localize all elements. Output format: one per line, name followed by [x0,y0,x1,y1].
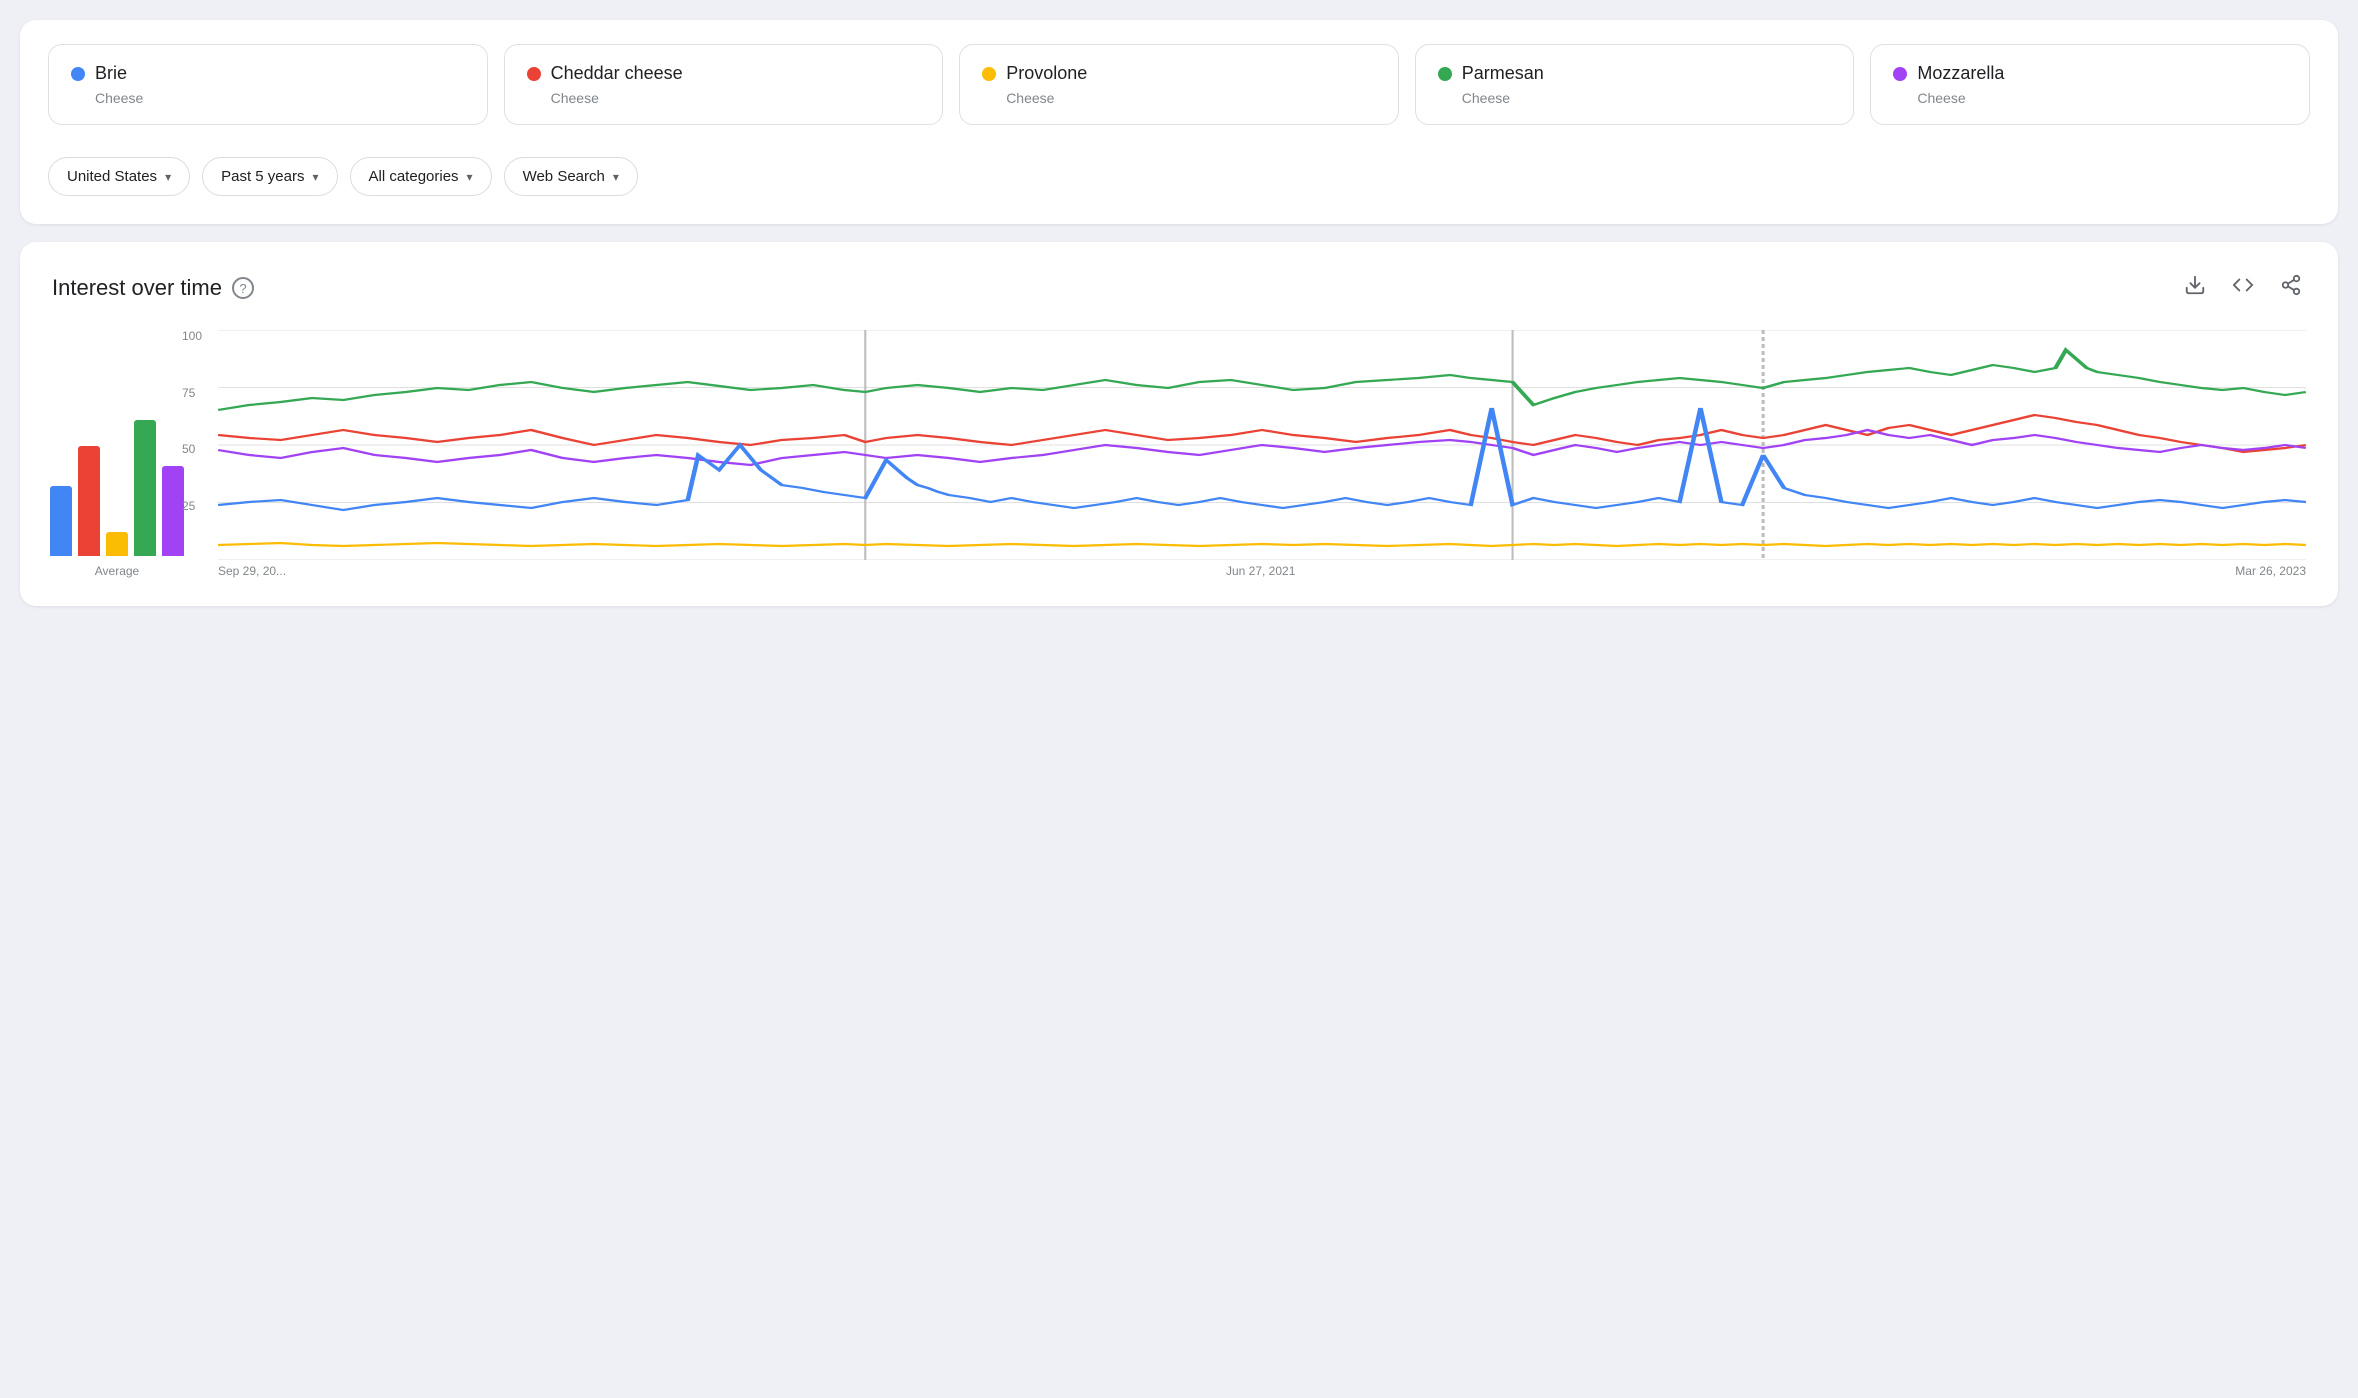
term-category-brie: Cheese [95,90,465,106]
y-label-50: 50 [182,443,210,455]
x-label-end: Mar 26, 2023 [2235,564,2306,578]
term-name-brie: Brie [95,63,127,84]
term-card-provolone[interactable]: Provolone Cheese [959,44,1399,125]
category-label: All categories [369,168,459,185]
search-type-filter[interactable]: Web Search ▾ [504,157,638,196]
term-name-provolone: Provolone [1006,63,1087,84]
share-button[interactable] [2276,270,2306,306]
term-category-provolone: Cheese [1006,90,1376,106]
y-label-100: 100 [182,330,210,342]
term-card-parmesan[interactable]: Parmesan Cheese [1415,44,1855,125]
bar-parmesan [134,420,156,556]
term-category-cheddar: Cheese [551,90,921,106]
category-chevron-icon: ▾ [467,170,473,184]
download-button[interactable] [2180,270,2210,306]
category-filter[interactable]: All categories ▾ [350,157,492,196]
term-category-parmesan: Cheese [1462,90,1832,106]
chart-card: Interest over time ? [20,242,2338,606]
region-filter[interactable]: United States ▾ [48,157,190,196]
term-category-mozzarella: Cheese [1917,90,2287,106]
y-label-25: 25 [182,500,210,512]
chart-area: Average 100 75 50 25 [52,330,2306,578]
search-type-chevron-icon: ▾ [613,170,619,184]
time-chevron-icon: ▾ [312,170,318,184]
x-label-mid: Jun 27, 2021 [1226,564,1295,578]
term-name-parmesan: Parmesan [1462,63,1544,84]
term-name-cheddar: Cheddar cheese [551,63,683,84]
chart-header: Interest over time ? [52,270,2306,306]
bar-mozzarella [162,466,184,556]
term-name-mozzarella: Mozzarella [1917,63,2004,84]
term-dot-brie [71,67,85,81]
line-chart-svg [218,330,2306,560]
term-dot-provolone [982,67,996,81]
term-dot-parmesan [1438,67,1452,81]
search-terms-row: Brie Cheese Cheddar cheese Cheese Provol… [48,44,2310,125]
bar-chart-section: Average [52,358,182,578]
term-dot-cheddar [527,67,541,81]
region-chevron-icon: ▾ [165,170,171,184]
help-icon[interactable]: ? [232,277,254,299]
term-card-cheddar[interactable]: Cheddar cheese Cheese [504,44,944,125]
bar-brie [50,486,72,556]
x-label-start: Sep 29, 20... [218,564,286,578]
line-chart-section: 100 75 50 25 [182,330,2306,578]
top-card: Brie Cheese Cheddar cheese Cheese Provol… [20,20,2338,224]
bar-cheddar [78,446,100,556]
average-label: Average [95,564,139,578]
time-filter[interactable]: Past 5 years ▾ [202,157,337,196]
search-type-label: Web Search [523,168,605,185]
time-label: Past 5 years [221,168,304,185]
term-card-mozzarella[interactable]: Mozzarella Cheese [1870,44,2310,125]
chart-title: Interest over time [52,275,222,301]
region-label: United States [67,168,157,185]
term-dot-mozzarella [1893,67,1907,81]
chart-title-row: Interest over time ? [52,275,254,301]
chart-actions [2180,270,2306,306]
bar-chart-inner [50,358,184,558]
filters-row: United States ▾ Past 5 years ▾ All categ… [48,149,2310,200]
embed-button[interactable] [2228,270,2258,306]
term-card-brie[interactable]: Brie Cheese [48,44,488,125]
y-label-75: 75 [182,387,210,399]
bar-provolone [106,532,128,556]
